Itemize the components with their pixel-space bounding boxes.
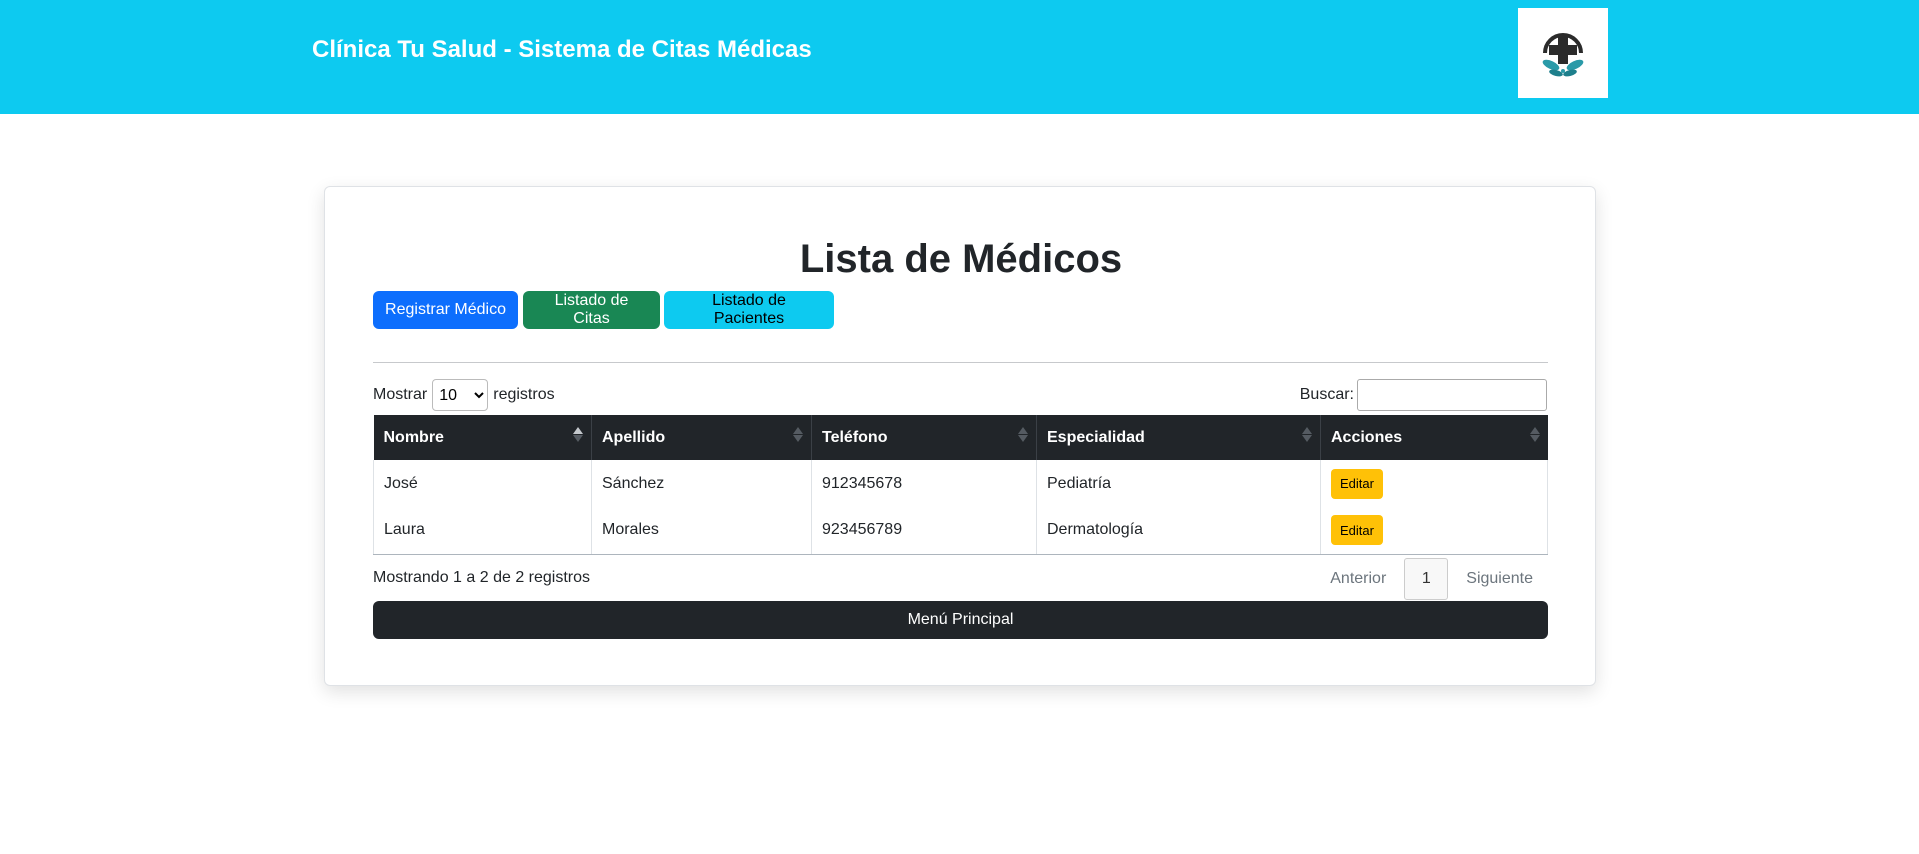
sort-icon [573,427,583,442]
main-menu-button[interactable]: Menú Principal [373,601,1548,639]
column-header-telefono[interactable]: Teléfono [811,415,1037,460]
cell-nombre: Laura [373,507,592,555]
sort-icon [1302,427,1312,442]
register-doctor-button[interactable]: Registrar Médico [373,291,518,329]
next-page-button[interactable]: Siguiente [1452,558,1547,600]
column-label: Apellido [602,428,666,446]
column-header-acciones[interactable]: Acciones [1320,415,1548,460]
cell-apellido: Sánchez [591,460,812,507]
cell-nombre: José [373,460,592,507]
divider [373,362,1548,363]
edit-button[interactable]: Editar [1331,468,1383,499]
cell-especialidad: Pediatría [1036,460,1321,507]
table-info: Mostrando 1 a 2 de 2 registros [373,569,591,586]
column-header-apellido[interactable]: Apellido [591,415,812,460]
page-size-select[interactable]: 10 25 50 100 [432,379,489,411]
table-row: Laura Morales 923456789 Dermatología Edi… [373,507,1548,555]
pagination: Anterior 1 Siguiente [1316,558,1547,600]
top-navbar: Clínica Tu Salud - Sistema de Citas Médi… [0,0,1919,114]
medical-cross-logo-icon [1542,33,1584,77]
previous-page-button[interactable]: Anterior [1316,558,1400,600]
page-length-control: Mostrar 10 25 50 100 registros [373,379,555,411]
sort-icon [1018,427,1028,442]
edit-button[interactable]: Editar [1331,515,1383,546]
cell-telefono: 923456789 [811,507,1037,555]
sort-icon [1529,427,1540,442]
show-label: Mostrar [373,386,428,403]
cell-especialidad: Dermatología [1036,507,1321,555]
table-row: José Sánchez 912345678 Pediatría Editar [373,460,1548,507]
doctors-table: Nombre Apellido Teléfono Especialidad Ac… [373,415,1548,555]
cell-telefono: 912345678 [811,460,1037,507]
appointments-list-button[interactable]: Listado de Citas [523,291,660,329]
page-title: Lista de Médicos [799,237,1123,281]
current-page-button[interactable]: 1 [1404,558,1449,600]
search-label: Buscar: [1299,386,1354,403]
cell-acciones: Editar [1320,507,1548,555]
records-label: registros [493,386,555,403]
patients-list-button[interactable]: Listado de Pacientes [664,291,834,329]
column-label: Nombre [383,428,444,446]
search-control: Buscar: [1300,379,1547,411]
column-header-especialidad[interactable]: Especialidad [1036,415,1321,460]
column-header-nombre[interactable]: Nombre [373,415,592,460]
app-title[interactable]: Clínica Tu Salud - Sistema de Citas Médi… [312,36,812,64]
table-header-row: Nombre Apellido Teléfono Especialidad Ac… [373,415,1548,460]
clinic-logo[interactable] [1518,8,1608,98]
column-label: Acciones [1331,428,1403,446]
search-input[interactable] [1357,379,1547,411]
sort-icon [793,427,803,442]
doctors-card: Lista de Médicos Registrar Médico Listad… [324,186,1596,686]
column-label: Especialidad [1047,428,1145,446]
cell-apellido: Morales [591,507,812,555]
column-label: Teléfono [822,428,888,446]
cell-acciones: Editar [1320,460,1548,507]
